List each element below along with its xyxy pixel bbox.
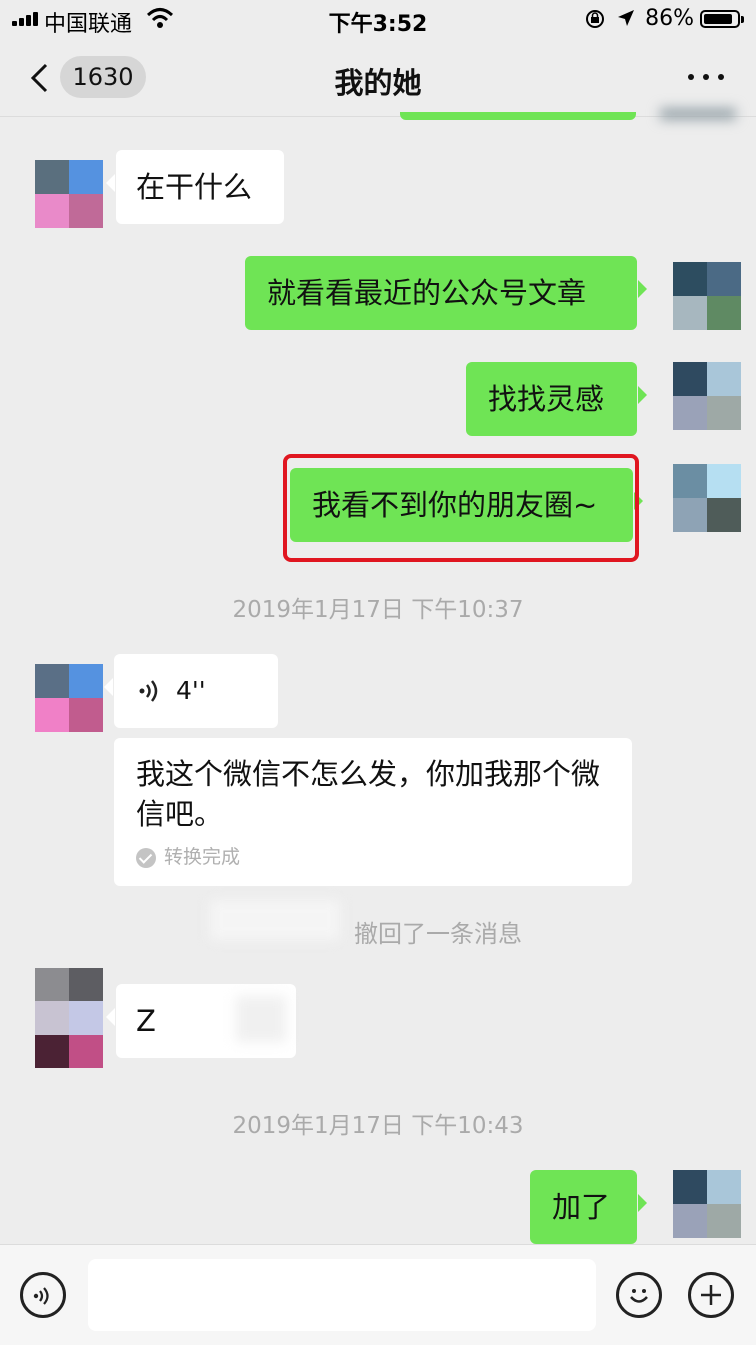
- voice-transcript-box[interactable]: 我这个微信不怎么发，你加我那个微信吧。 转换完成: [114, 738, 632, 886]
- partial-bubble: [400, 112, 636, 120]
- message-bubble[interactable]: Z: [106, 984, 296, 1058]
- message-bubble[interactable]: 就看看最近的公众号文章: [245, 256, 647, 330]
- location-icon: [618, 10, 634, 26]
- battery-icon: [700, 10, 744, 28]
- blurred-text: [236, 996, 286, 1042]
- voice-duration: 4'': [176, 676, 206, 705]
- lock-rotation-icon: [586, 10, 604, 28]
- my-avatar[interactable]: [673, 1170, 741, 1238]
- chat-title: 我的她: [334, 66, 422, 100]
- blurred-name: [210, 900, 340, 940]
- my-avatar[interactable]: [673, 464, 741, 532]
- emoji-button[interactable]: [616, 1272, 662, 1318]
- contact-avatar[interactable]: [35, 160, 103, 228]
- check-icon: [136, 848, 156, 868]
- message-bubble[interactable]: 找找灵感: [466, 362, 647, 436]
- more-icon[interactable]: [686, 70, 726, 84]
- emoji-icon: [630, 1289, 648, 1303]
- contact-avatar[interactable]: [35, 968, 103, 1068]
- message-input[interactable]: [88, 1259, 596, 1331]
- my-avatar[interactable]: [673, 262, 741, 330]
- add-button[interactable]: [688, 1272, 734, 1318]
- status-time: 下午3:52: [328, 12, 428, 37]
- voice-input-button[interactable]: [20, 1272, 66, 1318]
- message-bubble[interactable]: 在干什么: [106, 150, 284, 224]
- my-avatar[interactable]: [673, 362, 741, 430]
- recall-notice: 撤回了一条消息: [354, 920, 522, 948]
- input-bar: [0, 1244, 756, 1345]
- voice-icon: [139, 680, 158, 702]
- timestamp: 2019年1月17日 下午10:37: [232, 597, 524, 623]
- chat-header: 1630 我的她: [0, 40, 756, 117]
- voice-message-bubble[interactable]: 4'': [104, 654, 278, 728]
- add-icon: [701, 1285, 721, 1305]
- voice-icon: [33, 1287, 49, 1305]
- red-highlight-box: [283, 454, 639, 562]
- status-bar: 中国联通 下午3:52 86%: [0, 0, 756, 40]
- battery-percent: 86%: [645, 6, 694, 31]
- timestamp: 2019年1月17日 下午10:43: [232, 1113, 524, 1139]
- partial-avatar: [660, 108, 736, 120]
- message-bubble[interactable]: 加了: [530, 1170, 647, 1244]
- contact-avatar[interactable]: [35, 664, 103, 732]
- transcript-status: 转换完成: [164, 846, 241, 868]
- transcript-text: 我这个微信不怎么发，你加我那个微信吧。: [136, 757, 601, 831]
